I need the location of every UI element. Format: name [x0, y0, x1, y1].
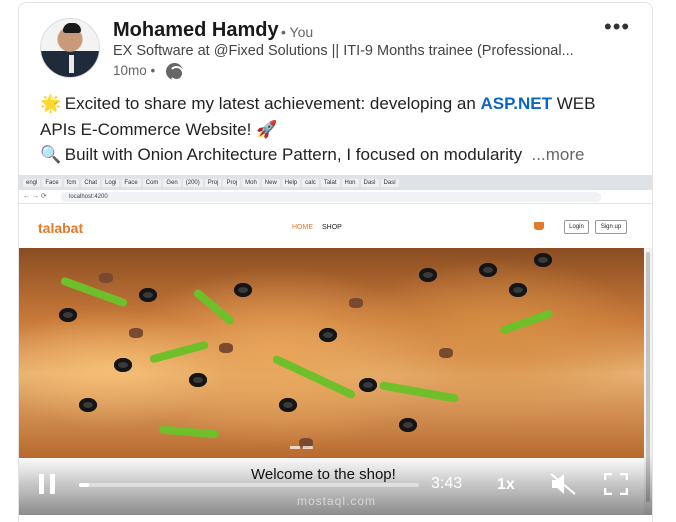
olive	[279, 398, 297, 412]
browser-tab-strip: engl Face fcm Chat Logi Face Com Gen (200) Proj Pr…	[19, 175, 652, 190]
site-nav-home: HOME	[292, 224, 313, 231]
browser-tab: Face	[42, 178, 62, 187]
video-caption: Welcome to the shop!	[251, 466, 396, 483]
olive	[114, 358, 132, 372]
avatar[interactable]	[40, 18, 100, 78]
playback-speed-button[interactable]: 1x	[497, 476, 515, 494]
olive	[509, 283, 527, 297]
browser-nav-icons: ← → ⟳	[23, 193, 47, 200]
olive	[419, 268, 437, 282]
browser-tab: Proj	[204, 178, 222, 187]
cart-icon	[534, 222, 544, 230]
browser-tab: Face	[121, 178, 141, 187]
pepper	[148, 340, 210, 364]
post-line-3: 🔍 Built with Onion Architecture Pattern,…	[40, 145, 584, 165]
olive	[139, 288, 157, 302]
olive	[59, 308, 77, 322]
video-progress-fill	[79, 483, 90, 487]
olive	[359, 378, 377, 392]
browser-tab: calc	[302, 178, 319, 187]
browser-tab: fcm	[63, 178, 80, 187]
more-options-button[interactable]: •••	[604, 14, 630, 40]
sausage	[129, 328, 143, 338]
browser-tab: Chat	[81, 178, 101, 187]
watermark: mostaql.com	[297, 494, 377, 508]
pepper	[158, 425, 220, 439]
post-line-1-text: Excited to share my latest achievement: …	[64, 94, 481, 113]
pepper	[192, 287, 236, 327]
sausage	[219, 343, 233, 353]
site-login-button: Login	[564, 220, 589, 234]
olive	[189, 373, 207, 387]
browser-address-bar: ← → ⟳ localhost:4200	[19, 190, 652, 204]
browser-tab: Dasl	[360, 178, 379, 187]
browser-tab: (200)	[182, 178, 203, 187]
olive	[319, 328, 337, 342]
post-line-2: APIs E-Commerce Website! 🚀	[40, 120, 278, 140]
video-controls: Welcome to the shop! 3:43 1x mostaql.com	[19, 455, 652, 515]
site-nav-shop: SHOP	[322, 224, 342, 231]
browser-tab: Talat	[320, 178, 340, 187]
olive	[79, 398, 97, 412]
browser-tab: Dasl	[380, 178, 399, 187]
author-name[interactable]: Mohamed Hamdy	[113, 19, 279, 42]
video-duration: 3:43	[431, 475, 463, 492]
site-signup-button: Sign up	[595, 220, 627, 234]
video-progress-bar[interactable]	[79, 483, 419, 487]
browser-tab: Help	[281, 178, 301, 187]
browser-tab: Logi	[102, 178, 120, 187]
magnifier-emoji-icon: 🔍	[40, 145, 62, 164]
site-brand: talabat	[38, 220, 84, 236]
mute-icon[interactable]	[549, 472, 577, 496]
avatar-shirt	[69, 55, 74, 73]
avatar-hair	[63, 23, 81, 33]
see-more-button[interactable]: ...more	[532, 145, 585, 164]
globe-icon	[166, 63, 184, 81]
pepper	[378, 381, 460, 403]
post-line-2-text: APIs E-Commerce Website!	[40, 120, 252, 139]
fullscreen-icon[interactable]	[604, 473, 628, 495]
post-line-1-end: WEB	[552, 94, 596, 113]
asp-net-link[interactable]: ASP.NET	[481, 94, 553, 113]
rocket-emoji-icon: 🚀	[256, 120, 278, 139]
sausage	[99, 273, 113, 283]
olive	[534, 253, 552, 267]
olive	[234, 283, 252, 297]
author-you-label: • You	[281, 24, 314, 40]
pepper	[59, 276, 129, 308]
browser-tab: Com	[142, 178, 162, 187]
author-headline: EX Software at @Fixed Solutions || ITI-9…	[113, 43, 574, 59]
pepper	[271, 354, 357, 400]
star-emoji-icon: 🌟	[40, 94, 62, 113]
post-line-3-text: Built with Onion Architecture Pattern, I…	[64, 145, 523, 164]
hero-slider-dots: ▬ ▬	[290, 441, 313, 452]
browser-tab: Gen	[163, 178, 181, 187]
site-navbar: talabat HOME SHOP Login Sign up	[19, 204, 652, 248]
post-line-1: 🌟 Excited to share my latest achievement…	[40, 94, 595, 114]
pepper	[499, 308, 554, 336]
browser-tab: New	[261, 178, 280, 187]
browser-tab: Hon	[341, 178, 359, 187]
browser-tab: engl	[23, 178, 41, 187]
browser-tab: Moh	[242, 178, 260, 187]
sausage	[349, 298, 363, 308]
browser-tab: Proj	[223, 178, 241, 187]
post-time: 10mo •	[113, 63, 156, 78]
pause-button[interactable]	[39, 474, 55, 494]
browser-url: localhost:4200	[61, 192, 601, 202]
olive	[399, 418, 417, 432]
pizza-hero-image	[19, 248, 644, 458]
olive	[479, 263, 497, 277]
sausage	[439, 348, 453, 358]
